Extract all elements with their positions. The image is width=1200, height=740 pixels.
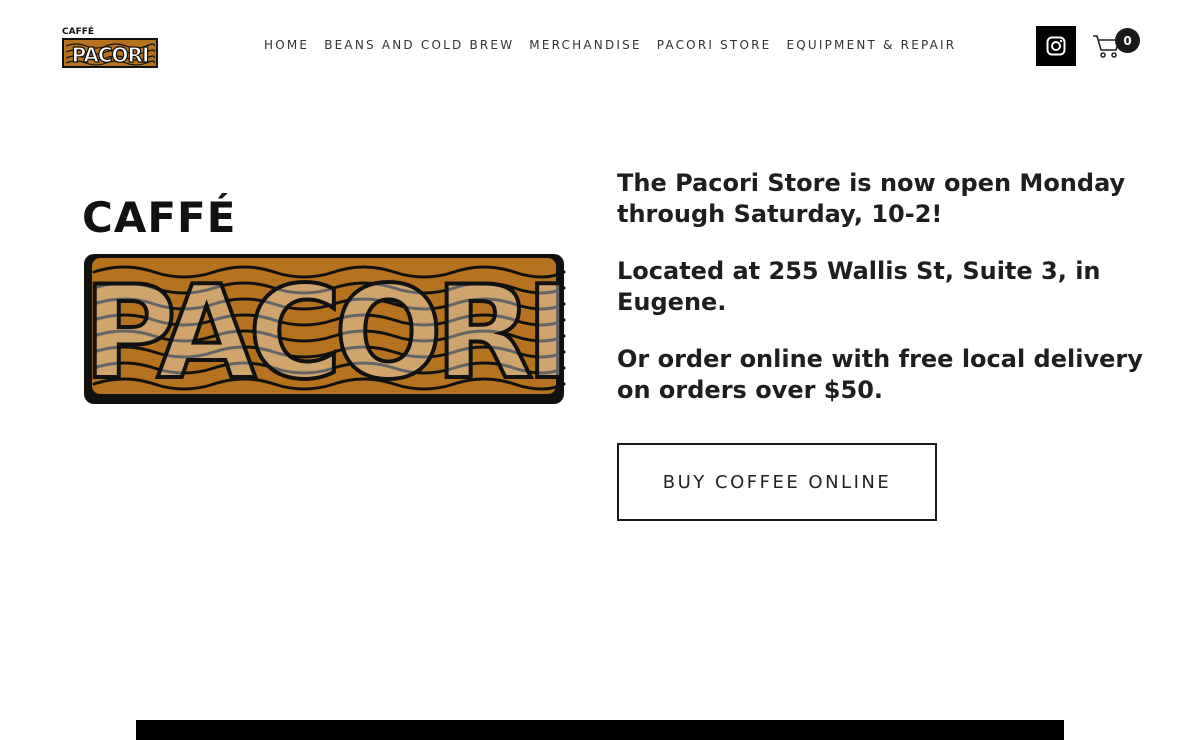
nav-home[interactable]: HOME: [264, 38, 309, 52]
footer-bar: [136, 720, 1064, 740]
hero-logo-caffe: CAFFÉ: [82, 192, 236, 242]
hero-logo-pacori: PACORI: [83, 259, 565, 408]
instagram-icon: [1046, 36, 1066, 56]
cart-count-badge: 0: [1115, 28, 1140, 53]
logo-small-caffe: CAFFÉ: [62, 25, 94, 37]
nav-merchandise[interactable]: MERCHANDISE: [529, 38, 641, 52]
nav-equipment-repair[interactable]: EQUIPMENT & REPAIR: [786, 38, 956, 52]
hero-delivery: Or order online with free local delivery…: [617, 345, 1143, 404]
site-logo[interactable]: CAFFÉ PACORI: [60, 22, 160, 70]
nav-pacori-store[interactable]: PACORI STORE: [657, 38, 772, 52]
logo-small-pacori: PACORI: [72, 43, 149, 67]
hero-store-hours: The Pacori Store is now open Monday thro…: [617, 169, 1126, 228]
site-header: CAFFÉ PACORI HOME BEANS AND COLD BREW ME…: [0, 0, 1200, 92]
instagram-button[interactable]: [1036, 26, 1076, 66]
nav-beans-and-cold-brew[interactable]: BEANS AND COLD BREW: [324, 38, 514, 52]
hero-text: The Pacori Store is now open Monday thro…: [617, 168, 1157, 432]
buy-coffee-online-button[interactable]: BUY COFFEE ONLINE: [617, 443, 937, 521]
main-nav: HOME BEANS AND COLD BREW MERCHANDISE PAC…: [264, 38, 956, 52]
hero-location: Located at 255 Wallis St, Suite 3, in Eu…: [617, 257, 1101, 316]
hero-logo: CAFFÉ PACORI: [81, 192, 568, 410]
